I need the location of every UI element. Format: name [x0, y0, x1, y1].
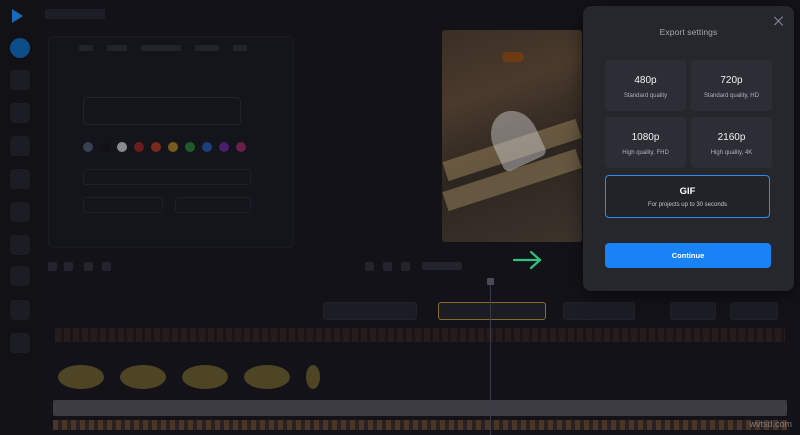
playhead[interactable] [487, 278, 494, 435]
project-name[interactable] [45, 9, 105, 19]
option-description: Standard quality, HD [704, 93, 759, 99]
text-panel [48, 36, 294, 248]
tab-4[interactable] [195, 45, 219, 51]
rewind-icon[interactable] [365, 262, 374, 271]
play-icon[interactable] [383, 262, 392, 271]
sidebar [0, 0, 40, 435]
delete-icon[interactable] [102, 262, 111, 271]
timeline [40, 278, 800, 435]
sidebar-item-6[interactable] [10, 202, 30, 222]
text-input[interactable] [83, 97, 241, 125]
color-swatches [83, 142, 246, 152]
tab-2[interactable] [107, 45, 127, 51]
sticker-clip[interactable] [58, 365, 104, 389]
option-quality: GIF [679, 186, 696, 197]
sidebar-item-9[interactable] [10, 300, 30, 320]
color-swatch[interactable] [151, 142, 161, 152]
tab-3[interactable] [141, 45, 181, 51]
audio-waveform [53, 420, 787, 430]
color-swatch[interactable] [117, 142, 127, 152]
option-720p[interactable]: 720p Standard quality, HD [691, 60, 772, 111]
sidebar-item-5[interactable] [10, 169, 30, 189]
option-description: High quality, FHD [622, 150, 669, 156]
sidebar-item-media[interactable] [10, 38, 30, 58]
video-preview [442, 30, 582, 242]
timeline-clip[interactable] [323, 302, 417, 320]
undo-icon[interactable] [48, 262, 57, 271]
option-quality: 480p [634, 75, 657, 86]
preview-badge [502, 52, 524, 62]
sticker-clip[interactable] [182, 365, 228, 389]
timeline-clip[interactable] [730, 302, 778, 320]
option-1080p[interactable]: 1080p High quality, FHD [605, 117, 686, 168]
option-description: For projects up to 30 seconds [647, 202, 728, 208]
option-description: High quality, 4K [710, 150, 753, 156]
sidebar-item-3[interactable] [10, 103, 30, 123]
sidebar-item-2[interactable] [10, 70, 30, 90]
timeline-clip-selected[interactable] [438, 302, 546, 320]
size-select[interactable] [175, 197, 251, 213]
arrow-right-icon [513, 250, 542, 270]
sidebar-item-8[interactable] [10, 266, 30, 286]
option-2160p[interactable]: 2160p High quality, 4K [691, 117, 772, 168]
audio-track[interactable] [53, 400, 787, 416]
style-select[interactable] [83, 197, 163, 213]
color-swatch[interactable] [202, 142, 212, 152]
color-swatch[interactable] [219, 142, 229, 152]
close-icon[interactable] [774, 16, 784, 26]
time-display [422, 262, 462, 270]
sticker-clip[interactable] [120, 365, 166, 389]
video-track[interactable] [55, 328, 785, 342]
forward-icon[interactable] [401, 262, 410, 271]
watermark: wvtsd.com [749, 419, 792, 429]
redo-icon[interactable] [64, 262, 73, 271]
color-swatch[interactable] [185, 142, 195, 152]
continue-button[interactable]: Continue [605, 243, 771, 268]
tab-5[interactable] [233, 45, 247, 51]
color-swatch[interactable] [236, 142, 246, 152]
color-swatch[interactable] [100, 142, 110, 152]
timeline-clip[interactable] [563, 302, 635, 320]
panel-tabs [79, 45, 247, 51]
option-gif[interactable]: GIF For projects up to 30 seconds [605, 175, 770, 218]
color-swatch[interactable] [83, 142, 93, 152]
color-swatch[interactable] [168, 142, 178, 152]
option-quality: 1080p [631, 132, 660, 143]
split-icon[interactable] [84, 262, 93, 271]
timeline-clip[interactable] [670, 302, 716, 320]
option-description: Standard quality [623, 93, 668, 99]
sidebar-item-10[interactable] [10, 333, 30, 353]
color-swatch[interactable] [134, 142, 144, 152]
sticker-clip[interactable] [244, 365, 290, 389]
sidebar-item-7[interactable] [10, 235, 30, 255]
sticker-clip[interactable] [306, 365, 320, 389]
modal-title: Export settings [659, 27, 718, 37]
export-settings-modal: Export settings 480p Standard quality 72… [583, 6, 794, 291]
option-quality: 720p [720, 75, 743, 86]
app-logo-icon [12, 9, 23, 23]
tab-1[interactable] [79, 45, 93, 51]
font-select[interactable] [83, 169, 251, 185]
option-480p[interactable]: 480p Standard quality [605, 60, 686, 111]
option-quality: 2160p [717, 132, 746, 143]
sidebar-item-4[interactable] [10, 136, 30, 156]
